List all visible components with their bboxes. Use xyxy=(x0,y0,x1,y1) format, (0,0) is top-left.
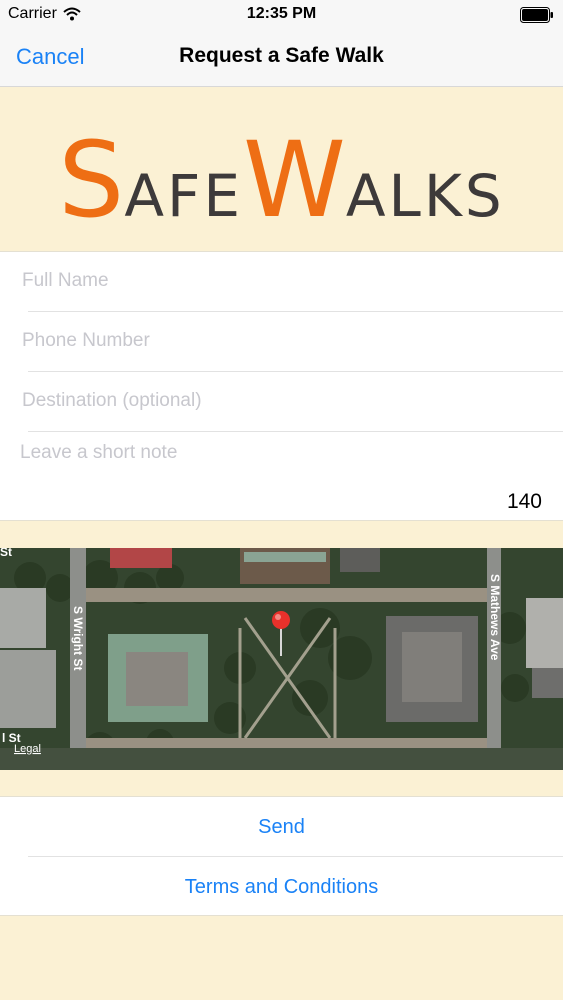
navigation-bar: Cancel Request a Safe Walk xyxy=(0,30,563,87)
character-counter: 140 xyxy=(506,490,542,513)
cancel-button[interactable]: Cancel xyxy=(16,44,84,70)
legal-link[interactable]: Legal xyxy=(14,743,41,755)
map-view[interactable]: S Wright St S Mathews Ave l St St Legal xyxy=(0,548,563,770)
terms-and-conditions-button[interactable]: Terms and Conditions xyxy=(0,857,563,917)
safewalks-logo: SAFEWALKS xyxy=(0,128,563,232)
battery-icon xyxy=(520,7,553,23)
phone-number-input[interactable] xyxy=(22,312,542,370)
status-bar: Carrier 12:35 PM xyxy=(0,0,563,30)
logo-text-afe: AFE xyxy=(124,162,243,230)
form-divider xyxy=(28,431,563,432)
send-button[interactable]: Send xyxy=(0,797,563,857)
status-time: 12:35 PM xyxy=(246,5,317,22)
street-label-top-left: St xyxy=(0,548,12,559)
logo-letter-w: W xyxy=(243,119,346,241)
full-name-input[interactable] xyxy=(22,252,542,310)
logo-text-alks: ALKS xyxy=(345,162,505,230)
street-label-wright: S Wright St xyxy=(71,606,85,670)
request-form: 140 xyxy=(0,251,563,521)
street-label-mathews: S Mathews Ave xyxy=(488,574,502,661)
destination-input[interactable] xyxy=(22,372,542,430)
satellite-map: S Wright St S Mathews Ave l St St Legal xyxy=(0,548,563,770)
logo-letter-s: S xyxy=(58,119,125,241)
note-textarea[interactable] xyxy=(20,442,545,490)
action-buttons: Send Terms and Conditions xyxy=(0,796,563,916)
logo-area: SAFEWALKS xyxy=(0,88,563,250)
